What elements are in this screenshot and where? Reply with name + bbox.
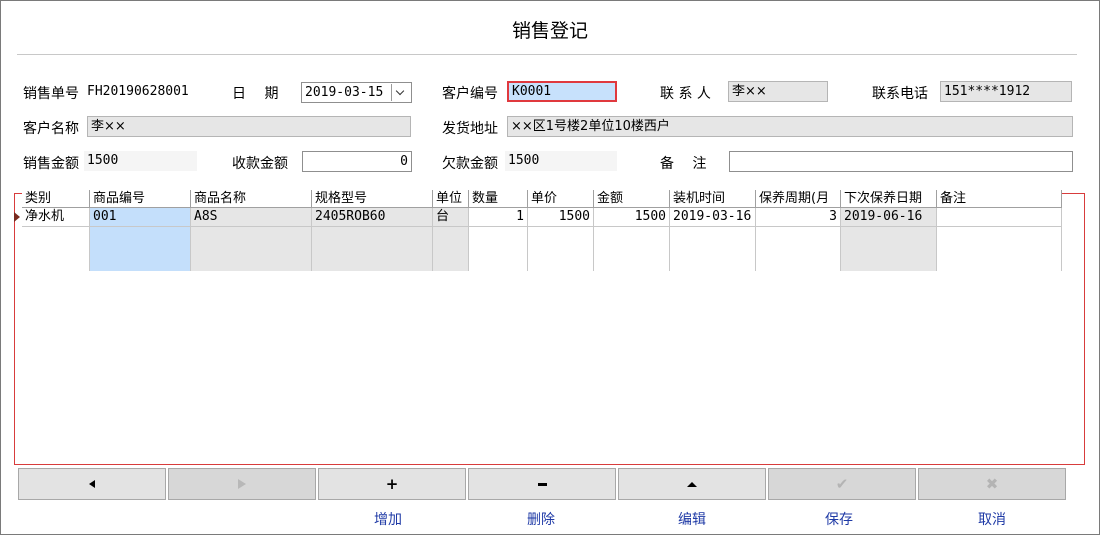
owed-amount-value: 1500	[505, 151, 617, 171]
customer-name-field[interactable]: 李××	[87, 116, 411, 137]
chevron-down-icon[interactable]	[391, 84, 410, 101]
address-label: 发货地址	[442, 121, 498, 137]
title-divider	[17, 54, 1077, 55]
customer-name-label: 客户名称	[23, 121, 79, 137]
new-row-cell[interactable]	[433, 227, 469, 271]
col-header-unit[interactable]: 单位	[433, 190, 469, 208]
cell-unit[interactable]: 台	[433, 208, 469, 227]
delete-button-label[interactable]: 删除	[466, 509, 616, 529]
new-row-cell[interactable]	[469, 227, 528, 271]
received-amount-input[interactable]: 0	[302, 151, 412, 172]
current-row-indicator-icon	[14, 212, 20, 222]
phone-field[interactable]: 151****1912	[940, 81, 1072, 102]
cell-install-date[interactable]: 2019-03-16	[670, 208, 756, 227]
cell-remark[interactable]	[937, 208, 1062, 227]
post-record-button[interactable]: ✔	[768, 468, 916, 500]
next-arrow-icon	[238, 479, 246, 489]
date-label: 日 期	[232, 86, 279, 102]
new-row-cell[interactable]	[594, 227, 670, 271]
address-field[interactable]: ××区1号楼2单位10楼西户	[507, 116, 1073, 137]
remark-label: 备 注	[660, 156, 707, 172]
date-picker[interactable]: 2019-03-15	[301, 82, 412, 103]
add-button-label[interactable]: 增加	[313, 509, 463, 529]
close-icon: ✖	[985, 475, 999, 493]
add-record-button[interactable]: +	[318, 468, 466, 500]
cell-product-name[interactable]: A8S	[191, 208, 312, 227]
cancel-record-button[interactable]: ✖	[918, 468, 1066, 500]
cell-quantity[interactable]: 1	[469, 208, 528, 227]
new-row-cell[interactable]	[90, 227, 191, 271]
date-value: 2019-03-15	[305, 85, 384, 100]
col-header-remark[interactable]: 备注	[937, 190, 1062, 208]
cell-product-code[interactable]: 001	[90, 208, 191, 227]
edit-record-button[interactable]	[618, 468, 766, 500]
plus-icon: +	[385, 475, 399, 493]
contact-field[interactable]: 李××	[728, 81, 828, 102]
new-row-cell[interactable]	[937, 227, 1062, 271]
save-button-label[interactable]: 保存	[764, 509, 914, 529]
col-header-install-date[interactable]: 装机时间	[670, 190, 756, 208]
order-no-label: 销售单号	[23, 86, 79, 102]
col-header-product-code[interactable]: 商品编号	[90, 190, 191, 208]
prev-arrow-icon	[89, 480, 95, 488]
col-header-maintenance-cycle[interactable]: 保养周期(月	[756, 190, 841, 208]
col-header-product-name[interactable]: 商品名称	[191, 190, 312, 208]
new-row-cell[interactable]	[756, 227, 841, 271]
cell-unit-price[interactable]: 1500	[528, 208, 594, 227]
up-arrow-icon	[687, 481, 697, 487]
col-header-unit-price[interactable]: 单价	[528, 190, 594, 208]
delete-record-button[interactable]	[468, 468, 616, 500]
owed-label: 欠款金额	[442, 156, 498, 172]
col-header-quantity[interactable]: 数量	[469, 190, 528, 208]
new-row-cell[interactable]	[670, 227, 756, 271]
page-title: 销售登记	[511, 20, 588, 42]
col-header-spec[interactable]: 规格型号	[312, 190, 433, 208]
customer-code-input[interactable]: K0001	[507, 81, 617, 102]
cell-maintenance-cycle[interactable]: 3	[756, 208, 841, 227]
received-label: 收款金额	[232, 156, 288, 172]
contact-label: 联 系 人	[660, 86, 711, 102]
new-row-cell[interactable]	[528, 227, 594, 271]
cell-spec[interactable]: 2405ROB60	[312, 208, 433, 227]
cancel-button-label[interactable]: 取消	[917, 509, 1067, 529]
edit-button-label[interactable]: 编辑	[617, 509, 767, 529]
new-row-cell[interactable]	[191, 227, 312, 271]
sales-amount-label: 销售金额	[23, 156, 79, 172]
customer-code-label: 客户编号	[442, 86, 498, 102]
phone-label: 联系电话	[872, 86, 928, 102]
cell-next-maintenance[interactable]: 2019-06-16	[841, 208, 937, 227]
cell-category[interactable]: 净水机	[22, 208, 90, 227]
next-record-button[interactable]	[168, 468, 316, 500]
col-header-amount[interactable]: 金额	[594, 190, 670, 208]
col-header-category[interactable]: 类别	[22, 190, 90, 208]
prev-record-button[interactable]	[18, 468, 166, 500]
new-row-cell[interactable]	[22, 227, 90, 271]
check-icon: ✔	[835, 475, 849, 493]
new-row-cell[interactable]	[312, 227, 433, 271]
sales-amount-value: 1500	[84, 151, 197, 171]
new-row-cell[interactable]	[841, 227, 937, 271]
remark-input[interactable]	[729, 151, 1073, 172]
col-header-next-maintenance[interactable]: 下次保养日期	[841, 190, 937, 208]
order-no-value: FH20190628001	[87, 84, 189, 99]
cell-amount[interactable]: 1500	[594, 208, 670, 227]
minus-icon	[537, 482, 547, 486]
